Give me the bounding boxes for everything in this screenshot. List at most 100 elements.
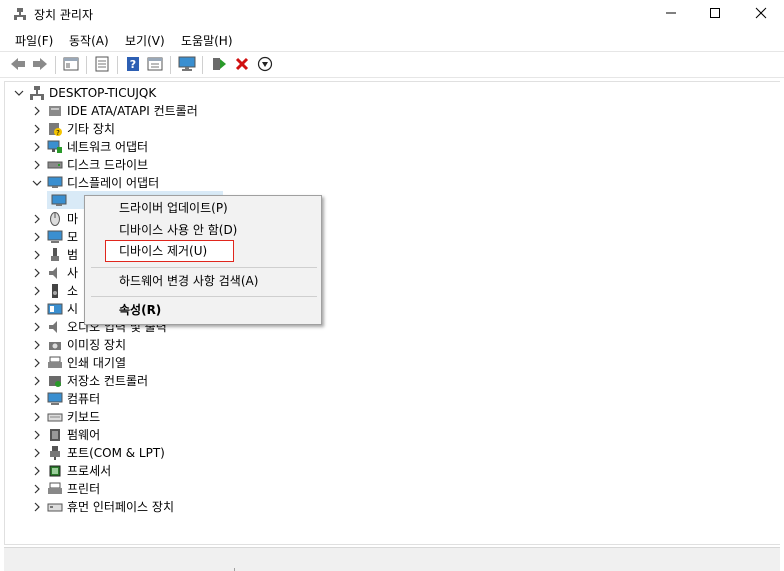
- tree-category-15[interactable]: 컴퓨터: [31, 390, 100, 408]
- tree-category-label: 마: [67, 212, 79, 226]
- uninstall-device-button[interactable]: [232, 55, 252, 75]
- tree-category-label: 시: [67, 302, 79, 316]
- help-button[interactable]: ?: [123, 55, 143, 75]
- tree-category-14[interactable]: 저장소 컨트롤러: [31, 372, 148, 390]
- chevron-right-icon[interactable]: [31, 105, 43, 117]
- chevron-right-icon[interactable]: [31, 411, 43, 423]
- tree-category-21[interactable]: 휴먼 인터페이스 장치: [31, 498, 174, 516]
- tree-category-18[interactable]: 포트(COM & LPT): [31, 444, 165, 462]
- chevron-right-icon[interactable]: [31, 249, 43, 261]
- tree-category-7[interactable]: 범: [31, 246, 78, 264]
- chevron-down-icon[interactable]: [13, 87, 25, 99]
- maximize-button[interactable]: [692, 0, 738, 28]
- menu-bar: 파일(F) 동작(A) 보기(V) 도움말(H): [0, 29, 784, 49]
- chevron-right-icon[interactable]: [31, 447, 43, 459]
- print-queue-icon: [47, 355, 63, 371]
- chevron-right-icon[interactable]: [31, 357, 43, 369]
- disable-device-button[interactable]: [255, 55, 275, 75]
- menu-view[interactable]: 보기(V): [125, 32, 165, 49]
- menu-uninstall-device[interactable]: 디바이스 제거(U): [119, 242, 207, 260]
- minimize-button[interactable]: [648, 0, 694, 28]
- menu-scan-hardware[interactable]: 하드웨어 변경 사항 검색(A): [119, 272, 258, 290]
- display-adapter-icon: [47, 175, 63, 191]
- chevron-right-icon[interactable]: [31, 141, 43, 153]
- chevron-right-icon[interactable]: [31, 321, 43, 333]
- tree-category-label: 컴퓨터: [67, 392, 101, 406]
- scan-hardware-button[interactable]: [177, 55, 197, 75]
- storage-controller-icon: [47, 373, 63, 389]
- tree-category-0[interactable]: IDE ATA/ATAPI 컨트롤러: [31, 102, 198, 120]
- chevron-right-icon[interactable]: [31, 393, 43, 405]
- chevron-right-icon[interactable]: [31, 501, 43, 513]
- uninstall-icon: [235, 57, 249, 74]
- properties-button[interactable]: [92, 55, 112, 75]
- tree-category-1[interactable]: ? 기타 장치: [31, 120, 115, 138]
- usb-icon: [47, 247, 63, 263]
- tree-category-5[interactable]: 마: [31, 210, 78, 228]
- toolbar-separator: [170, 56, 171, 74]
- tree-category-label: IDE ATA/ATAPI 컨트롤러: [67, 104, 198, 118]
- tree-category-10[interactable]: 시: [31, 300, 78, 318]
- status-bar: [4, 547, 780, 571]
- forward-button[interactable]: [30, 55, 50, 75]
- menu-disable-device[interactable]: 디바이스 사용 안 함(D): [119, 221, 237, 239]
- show-hide-tree-button[interactable]: [61, 55, 81, 75]
- tree-category-20[interactable]: 프린터: [31, 480, 100, 498]
- maximize-icon: [709, 7, 721, 22]
- tree-category-13[interactable]: 인쇄 대기열: [31, 354, 126, 372]
- disk-drive-icon: [47, 157, 63, 173]
- tree-category-2[interactable]: 네트워크 어댑터: [31, 138, 148, 156]
- menu-properties[interactable]: 속성(R): [119, 301, 161, 319]
- chevron-right-icon[interactable]: [31, 267, 43, 279]
- tree-category-9[interactable]: 소: [31, 282, 78, 300]
- tree-category-8[interactable]: 사: [31, 264, 78, 282]
- view-button[interactable]: [145, 55, 165, 75]
- other-device-icon: ?: [47, 121, 63, 137]
- audio-device-icon: [47, 283, 63, 299]
- tree-category-17[interactable]: 펌웨어: [31, 426, 100, 444]
- tree-category-4[interactable]: 디스플레이 어댑터: [31, 174, 159, 192]
- close-button[interactable]: [738, 0, 784, 28]
- tree-category-3[interactable]: 디스크 드라이브: [31, 156, 148, 174]
- menu-action[interactable]: 동작(A): [69, 32, 109, 49]
- chevron-right-icon[interactable]: [31, 231, 43, 243]
- chevron-right-icon[interactable]: [31, 483, 43, 495]
- menu-separator: [91, 267, 317, 268]
- title-bar: 장치 관리자: [0, 0, 784, 28]
- disable-icon: [257, 56, 273, 75]
- menu-update-driver[interactable]: 드라이버 업데이트(P): [119, 199, 228, 217]
- show-hide-tree-icon: [63, 57, 79, 74]
- network-adapter-icon: [47, 139, 63, 155]
- ide-controller-icon: [47, 103, 63, 119]
- mouse-icon: [47, 211, 63, 227]
- tree-category-19[interactable]: 프로세서: [31, 462, 111, 480]
- chevron-right-icon[interactable]: [31, 375, 43, 387]
- tree-category-16[interactable]: 키보드: [31, 408, 100, 426]
- chevron-right-icon[interactable]: [31, 465, 43, 477]
- system-device-icon: [47, 301, 63, 317]
- svg-text:?: ?: [130, 58, 136, 71]
- chevron-right-icon[interactable]: [31, 123, 43, 135]
- menu-file[interactable]: 파일(F): [15, 32, 53, 49]
- close-icon: [755, 7, 767, 22]
- tree-root[interactable]: DESKTOP-TICUJQK: [13, 84, 156, 102]
- chevron-down-icon[interactable]: [31, 177, 43, 189]
- tree-category-label: 사: [67, 266, 79, 280]
- tree-category-6[interactable]: 모: [31, 228, 78, 246]
- tree-category-12[interactable]: 이미징 장치: [31, 336, 126, 354]
- chevron-right-icon[interactable]: [31, 339, 43, 351]
- update-driver-button[interactable]: [209, 55, 229, 75]
- toolbar-separator: [117, 56, 118, 74]
- tree-category-label: 이미징 장치: [67, 338, 127, 352]
- update-driver-icon: [211, 56, 227, 75]
- chevron-right-icon[interactable]: [31, 159, 43, 171]
- chevron-right-icon[interactable]: [31, 213, 43, 225]
- tree-category-label: 프린터: [67, 482, 101, 496]
- tree-category-label: 키보드: [67, 410, 101, 424]
- chevron-right-icon[interactable]: [31, 429, 43, 441]
- menu-help[interactable]: 도움말(H): [181, 32, 233, 49]
- back-button[interactable]: [8, 55, 28, 75]
- chevron-right-icon[interactable]: [31, 285, 43, 297]
- tree-category-label: 저장소 컨트롤러: [67, 374, 149, 388]
- chevron-right-icon[interactable]: [31, 303, 43, 315]
